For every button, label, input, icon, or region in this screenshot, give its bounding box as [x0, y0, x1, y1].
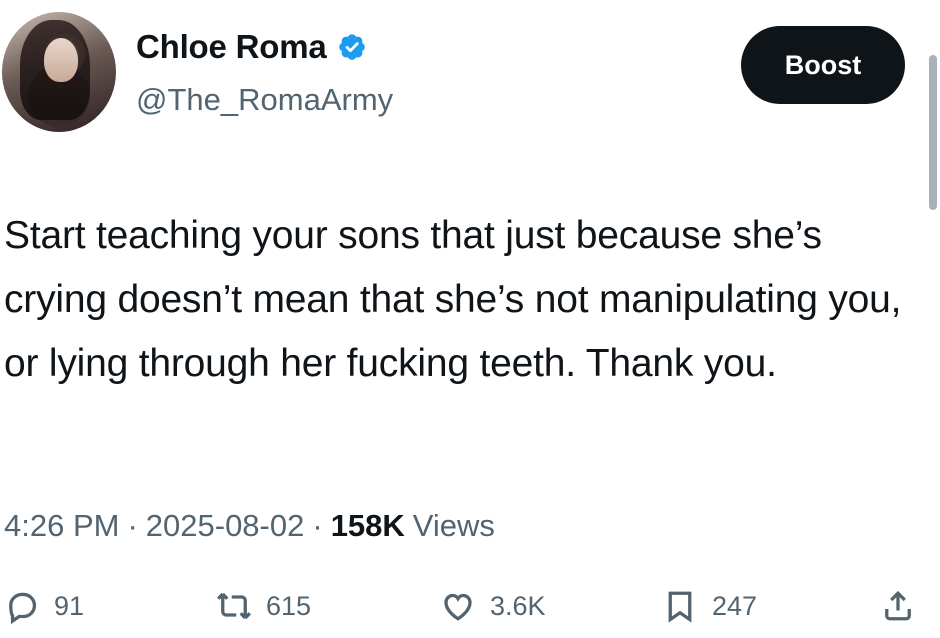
- bookmark-button[interactable]: 247: [662, 588, 757, 624]
- author-name-row[interactable]: Chloe Roma: [136, 28, 367, 66]
- bookmark-count: 247: [712, 590, 758, 621]
- share-icon: [885, 590, 911, 621]
- reply-button[interactable]: 91: [4, 588, 84, 624]
- meta-separator: ·: [312, 508, 323, 543]
- repost-icon: [217, 592, 251, 620]
- like-button[interactable]: 3.6K: [440, 588, 546, 624]
- reply-count: 91: [54, 590, 85, 621]
- boost-button[interactable]: Boost: [741, 26, 905, 104]
- share-button[interactable]: [880, 588, 916, 624]
- tweet-text: Start teaching your sons that just becau…: [4, 214, 902, 385]
- scrollbar[interactable]: [929, 55, 937, 210]
- views-count: 158K: [330, 508, 405, 543]
- meta-separator: ·: [127, 508, 138, 543]
- repost-button[interactable]: 615: [216, 588, 311, 624]
- author-handle[interactable]: @The_RomaArmy: [136, 82, 393, 118]
- views-label: Views: [412, 508, 495, 543]
- tweet-meta: 4:26 PM · 2025-08-02 · 158K Views: [4, 508, 495, 544]
- avatar[interactable]: [2, 12, 116, 132]
- bookmark-icon: [668, 591, 692, 623]
- like-count: 3.6K: [490, 590, 546, 621]
- action-bar: 91 615 3.6K 247: [0, 588, 940, 638]
- avatar-face: [44, 38, 78, 82]
- post-time[interactable]: 4:26 PM: [4, 508, 119, 544]
- post-date[interactable]: 2025-08-02: [146, 508, 305, 544]
- reply-icon: [9, 592, 37, 624]
- repost-count: 615: [266, 590, 312, 621]
- author-name[interactable]: Chloe Roma: [136, 28, 327, 66]
- verified-badge-icon: [338, 34, 365, 60]
- like-icon: [444, 593, 472, 621]
